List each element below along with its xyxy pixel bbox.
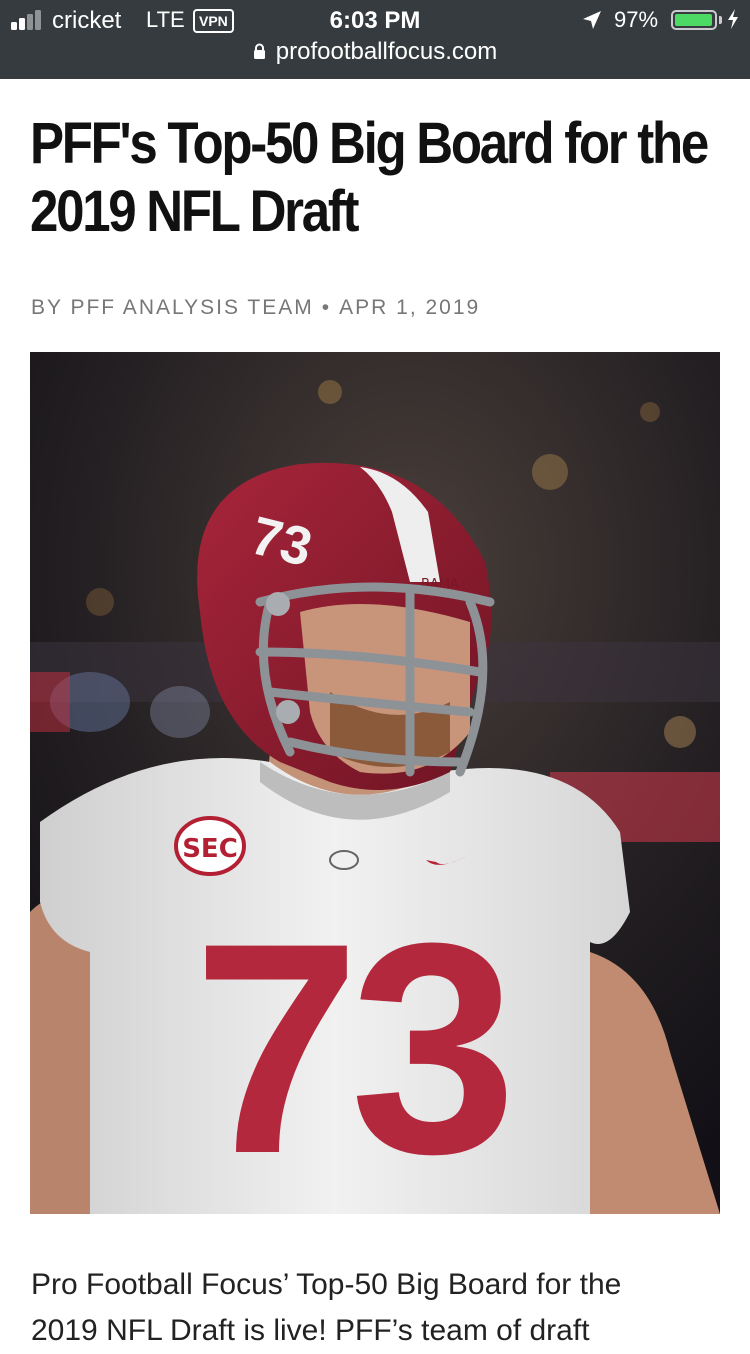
article-byline: BY PFF ANALYSIS TEAM • APR 1, 2019 <box>31 296 480 320</box>
article-body-intro: Pro Football Focus’ Top-50 Big Board for… <box>31 1262 721 1354</box>
address-bar[interactable]: profootballfocus.com <box>0 38 750 68</box>
article-title-line-1: PFF's Top-50 Big Board for the <box>30 111 709 176</box>
body-line-1: Pro Football Focus’ Top-50 Big Board for… <box>31 1268 622 1301</box>
article-title: PFF's Top-50 Big Board for the 2019 NFL … <box>30 110 725 246</box>
article-title-line-2: 2019 NFL Draft <box>30 179 360 244</box>
battery-icon <box>671 10 717 30</box>
url-text: profootballfocus.com <box>275 38 498 65</box>
body-line-2: 2019 NFL Draft is live! PFF’s team of dr… <box>31 1314 590 1347</box>
byline-separator: • <box>321 296 332 319</box>
byline-author[interactable]: BY PFF ANALYSIS TEAM <box>31 296 314 319</box>
lock-icon <box>253 43 265 59</box>
sec-patch-text: SEC <box>182 834 238 864</box>
byline-date: APR 1, 2019 <box>339 296 481 319</box>
browser-top-bar: cricket LTE VPN 6:03 PM 97% profootballf… <box>0 0 750 79</box>
jersey-number: 73 <box>193 880 509 1214</box>
location-arrow-icon <box>583 11 601 29</box>
football-player-photo: SEC 73 BAMA 73 <box>30 352 720 1214</box>
battery-tip <box>719 16 722 24</box>
battery-percent: 97% <box>614 7 659 32</box>
status-bar: cricket LTE VPN 6:03 PM 97% <box>0 0 750 40</box>
hero-image: SEC 73 BAMA 73 <box>30 352 720 1214</box>
charging-bolt-icon <box>728 9 738 29</box>
